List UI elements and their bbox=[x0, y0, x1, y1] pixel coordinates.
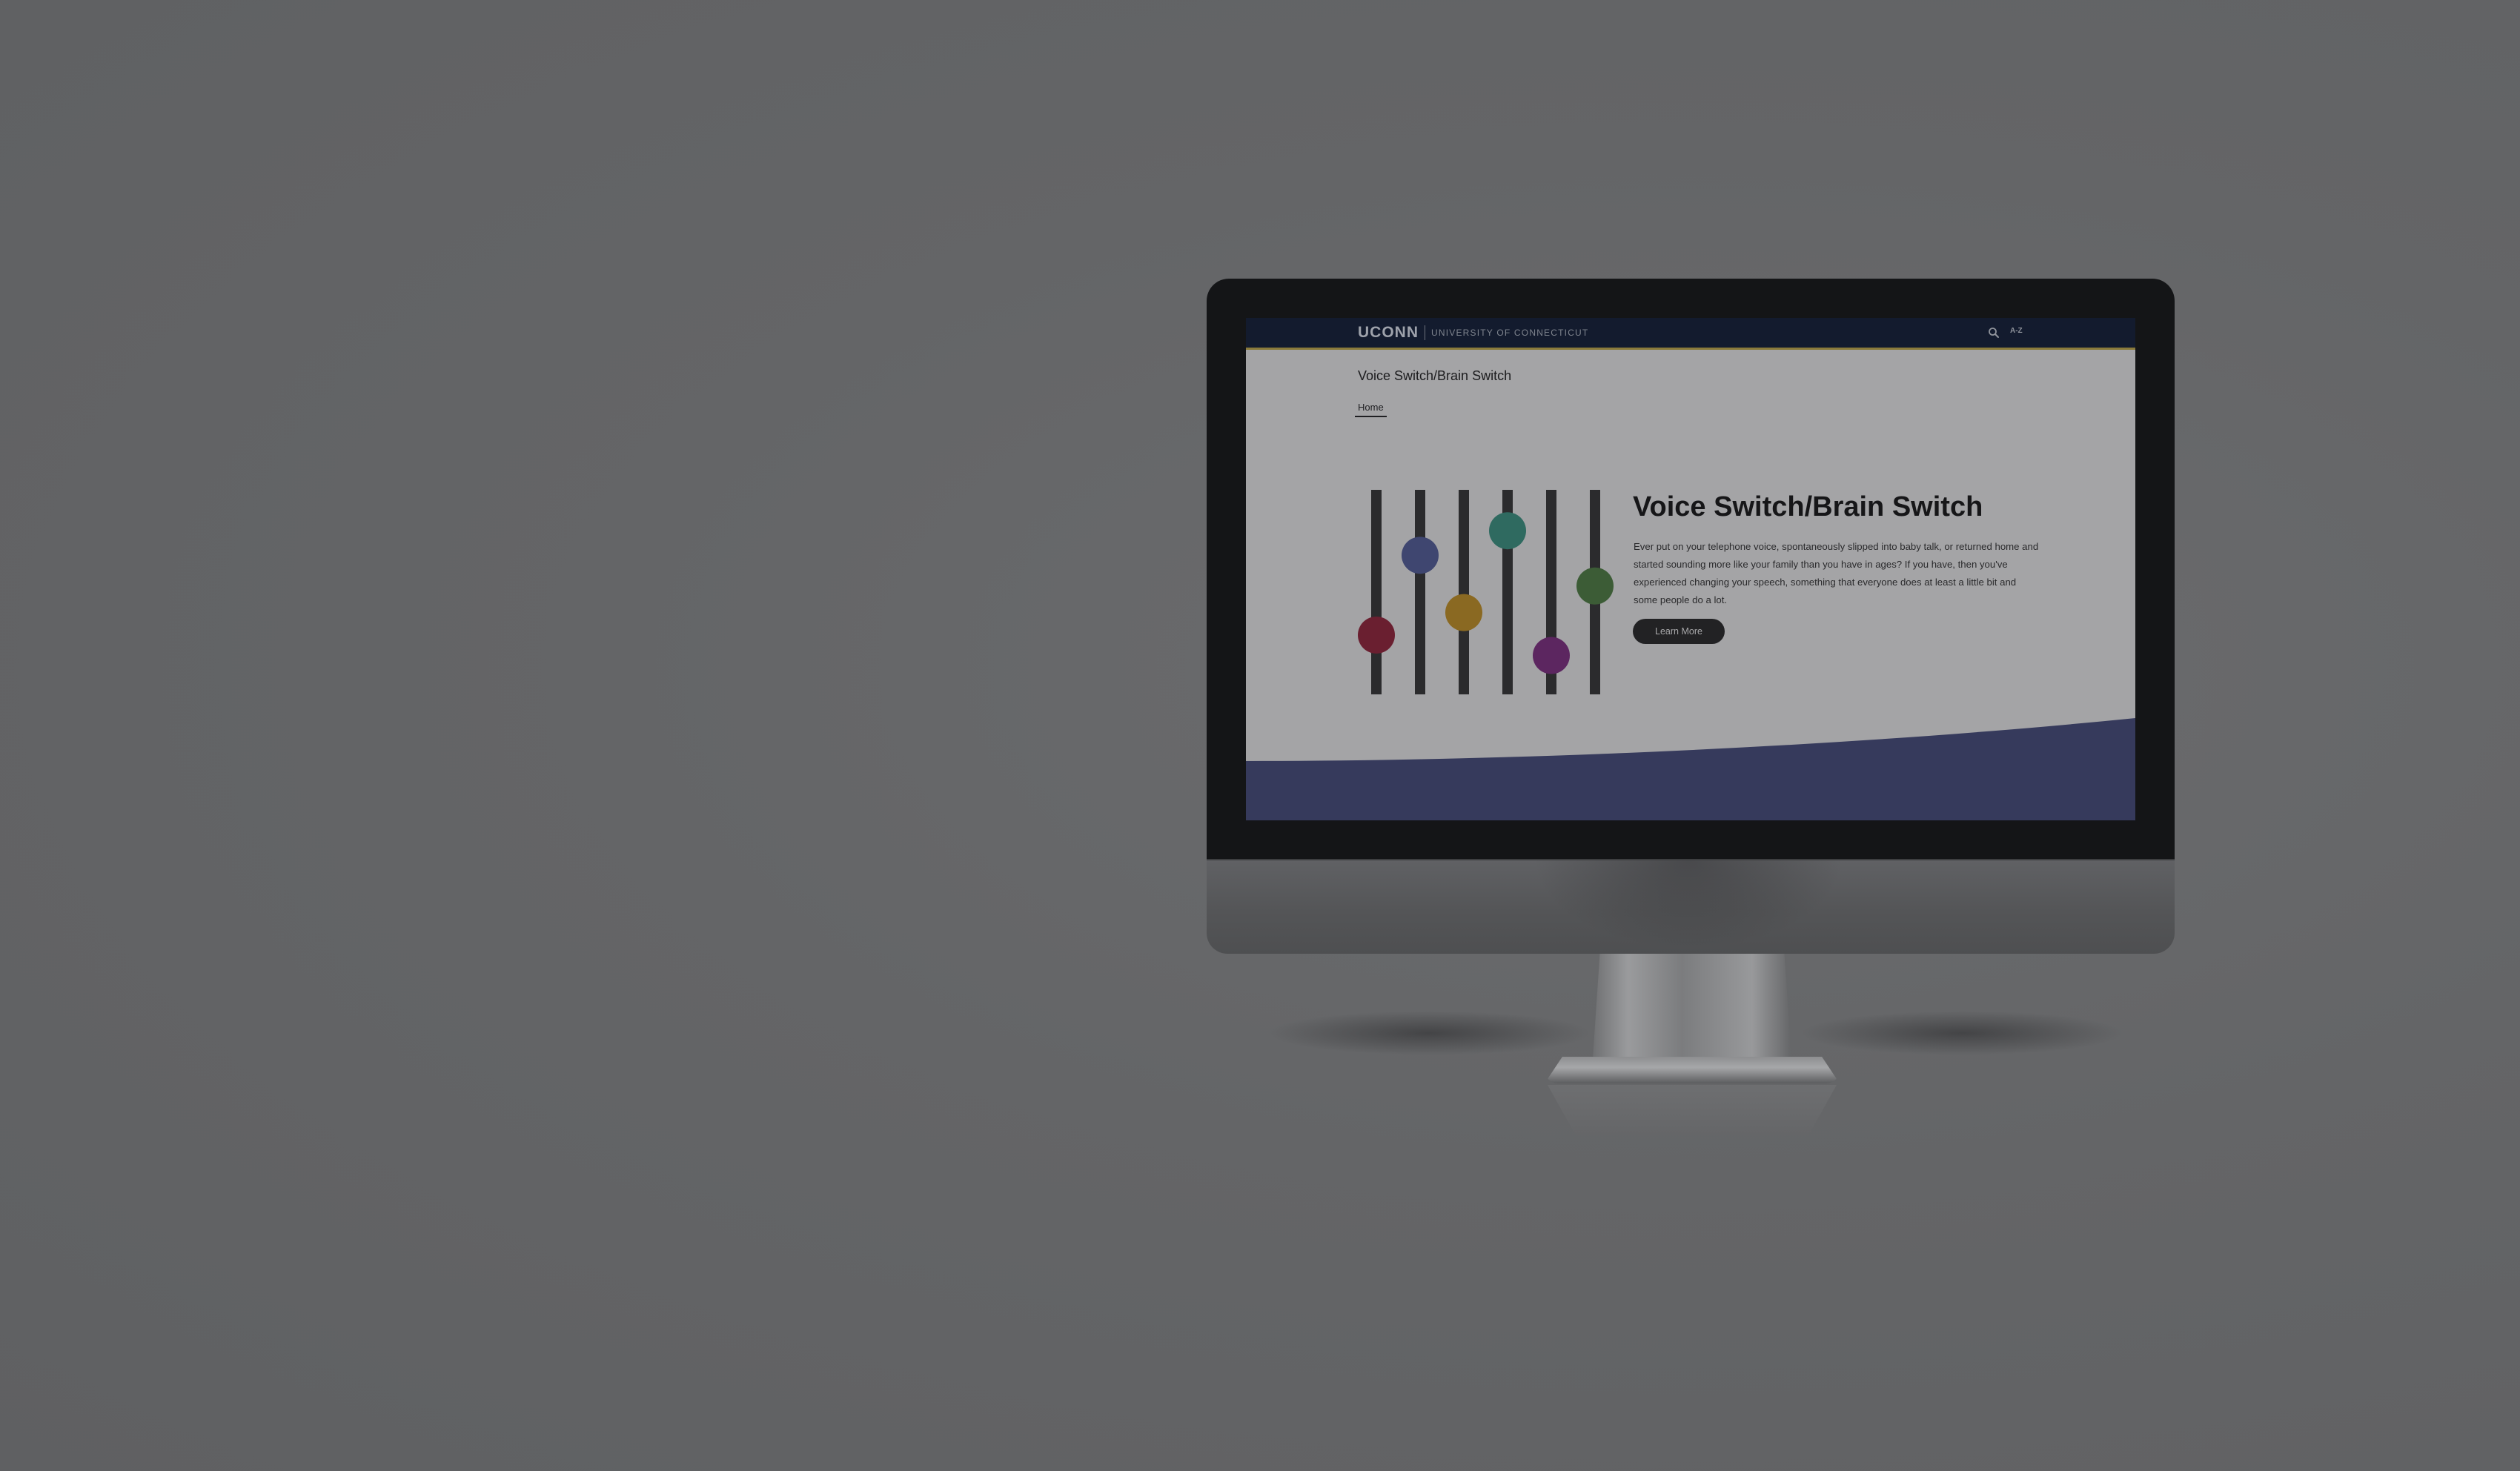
hero-heading: Voice Switch/Brain Switch bbox=[1633, 491, 1983, 522]
university-name[interactable]: UNIVERSITY OF CONNECTICUT bbox=[1431, 328, 1588, 338]
hero-description: Ever put on your telephone voice, sponta… bbox=[1634, 541, 2039, 605]
site-title[interactable]: Voice Switch/Brain Switch bbox=[1358, 368, 1511, 384]
monitor-bezel: UCONN UNIVERSITY OF CONNECTICUT A-Z Voic… bbox=[1207, 279, 2175, 859]
slider-knob bbox=[1533, 637, 1570, 674]
slider-track bbox=[1415, 490, 1425, 694]
audio-mixer-sliders-graphic bbox=[1358, 490, 1614, 694]
decorative-wave bbox=[1246, 718, 2135, 820]
slider-knob bbox=[1445, 594, 1482, 631]
slider-track bbox=[1459, 490, 1469, 694]
slider-knob bbox=[1576, 567, 1614, 605]
monitor-screen: UCONN UNIVERSITY OF CONNECTICUT A-Z Voic… bbox=[1246, 318, 2135, 820]
uconn-logo[interactable]: UCONN bbox=[1358, 324, 1419, 342]
slider-knob bbox=[1402, 537, 1439, 574]
monitor-chin bbox=[1207, 859, 2175, 954]
monitor-stand-reflection bbox=[1548, 1085, 1837, 1137]
slider-knob bbox=[1358, 616, 1395, 654]
learn-more-button[interactable]: Learn More bbox=[1633, 619, 1725, 644]
slider-track bbox=[1371, 490, 1382, 694]
a-z-link[interactable]: A-Z bbox=[2010, 327, 2023, 335]
chin-shading bbox=[1533, 860, 1844, 949]
monitor-stand-neck bbox=[1592, 951, 1792, 1069]
monitor-shadow-right bbox=[1800, 1011, 2126, 1055]
nav-item-home[interactable]: Home bbox=[1355, 402, 1387, 417]
imac-monitor: UCONN UNIVERSITY OF CONNECTICUT A-Z Voic… bbox=[1207, 279, 2175, 1137]
monitor-shadow-left bbox=[1266, 1011, 1592, 1055]
university-header-bar: UCONN UNIVERSITY OF CONNECTICUT A-Z bbox=[1246, 318, 2135, 350]
slider-knob bbox=[1489, 512, 1526, 550]
monitor-stand-foot bbox=[1545, 1057, 1840, 1083]
search-icon[interactable] bbox=[1987, 326, 2000, 339]
uconn-brand[interactable]: UCONN UNIVERSITY OF CONNECTICUT bbox=[1358, 324, 1588, 342]
